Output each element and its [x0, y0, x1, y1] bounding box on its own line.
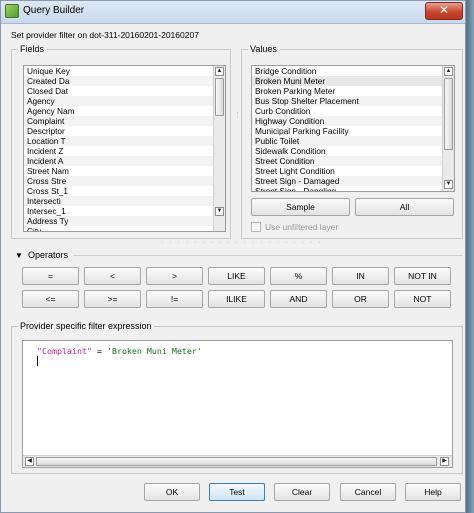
- values-scrollbar[interactable]: ▲ ▼: [442, 66, 454, 191]
- values-group-title: Values: [248, 44, 279, 54]
- expression-editor[interactable]: "Complaint" = 'Broken Muni Meter' ◀ ▶: [22, 340, 453, 468]
- cancel-button[interactable]: Cancel: [340, 483, 396, 501]
- list-item[interactable]: Intersec_1: [24, 206, 225, 216]
- fields-list[interactable]: Unique Key Created Da Closed Dat Agency Agen…: [23, 65, 226, 232]
- scroll-up-icon[interactable]: ▲: [215, 67, 224, 76]
- list-item[interactable]: Street Nam: [24, 166, 225, 176]
- expression-operator: =: [91, 346, 107, 356]
- list-item[interactable]: Broken Parking Meter: [252, 86, 454, 96]
- operator-button[interactable]: !=: [146, 290, 203, 308]
- scroll-thumb[interactable]: [444, 78, 453, 150]
- operator-button[interactable]: =: [22, 267, 79, 285]
- scroll-thumb[interactable]: [36, 457, 437, 466]
- scroll-down-icon[interactable]: ▼: [444, 180, 453, 189]
- list-item[interactable]: Street Condition: [252, 156, 454, 166]
- list-item[interactable]: Complaint: [24, 116, 225, 126]
- fields-group-title: Fields: [18, 44, 47, 54]
- expression-value: 'Broken Muni Meter': [106, 346, 202, 356]
- scroll-up-icon[interactable]: ▲: [444, 67, 453, 76]
- list-item[interactable]: Incident Z: [24, 146, 225, 156]
- qgis-app-icon: [5, 4, 19, 18]
- list-item[interactable]: Public Toilet: [252, 136, 454, 146]
- window-title: Query Builder: [23, 5, 85, 16]
- expression-group: Provider specific filter expression "Com…: [11, 321, 463, 474]
- query-builder-window: Query Builder ✕ Set provider filter on d…: [0, 0, 466, 513]
- expression-text[interactable]: "Complaint" = 'Broken Muni Meter': [37, 346, 202, 356]
- scroll-down-icon[interactable]: ▼: [215, 207, 224, 216]
- all-button[interactable]: All: [355, 198, 454, 216]
- list-item[interactable]: Location T: [24, 136, 225, 146]
- operator-button[interactable]: NOT: [394, 290, 451, 308]
- list-item[interactable]: Cross Stre: [24, 176, 225, 186]
- list-item[interactable]: Descriptor: [24, 126, 225, 136]
- operator-button[interactable]: LIKE: [208, 267, 265, 285]
- operator-button[interactable]: ILIKE: [208, 290, 265, 308]
- list-item[interactable]: Bus Stop Shelter Placement: [252, 96, 454, 106]
- scroll-left-icon[interactable]: ◀: [25, 457, 34, 466]
- scroll-thumb[interactable]: [215, 78, 224, 116]
- operator-button[interactable]: <: [84, 267, 141, 285]
- scroll-right-icon[interactable]: ▶: [440, 457, 449, 466]
- list-item[interactable]: Created Da: [24, 76, 225, 86]
- list-item[interactable]: Unique Key: [24, 66, 225, 76]
- desktop-background: [466, 0, 474, 513]
- close-button[interactable]: ✕: [425, 2, 463, 20]
- list-item[interactable]: Address Ty: [24, 216, 225, 226]
- expression-group-title: Provider specific filter expression: [18, 321, 154, 331]
- values-list[interactable]: Bridge Condition Broken Muni Meter Broken …: [251, 65, 455, 192]
- list-item[interactable]: Agency: [24, 96, 225, 106]
- list-item[interactable]: Broken Muni Meter: [252, 76, 454, 86]
- fields-group: Fields Unique Key Created Da Closed Dat Age…: [11, 44, 231, 239]
- expression-field: "Complaint": [37, 346, 92, 356]
- list-item[interactable]: Intersecti: [24, 196, 225, 206]
- operator-button[interactable]: IN: [332, 267, 389, 285]
- use-unfiltered-checkbox[interactable]: [251, 222, 261, 232]
- list-item[interactable]: Agency Nam: [24, 106, 225, 116]
- operator-button[interactable]: AND: [270, 290, 327, 308]
- values-items: Bridge Condition Broken Muni Meter Broken …: [252, 66, 454, 191]
- test-button[interactable]: Test: [209, 483, 265, 501]
- operators-title: Operators: [28, 250, 69, 260]
- list-item[interactable]: Bridge Condition: [252, 66, 454, 76]
- list-item[interactable]: Curb Condition: [252, 106, 454, 116]
- horizontal-splitter[interactable]: · · · · · · · · · · · · · · · · · · · ·: [161, 239, 323, 246]
- list-item[interactable]: Sidewalk Condition: [252, 146, 454, 156]
- list-item[interactable]: Incident A: [24, 156, 225, 166]
- ok-button[interactable]: OK: [144, 483, 200, 501]
- list-item[interactable]: Cross St_1: [24, 186, 225, 196]
- values-group: Values Bridge Condition Broken Muni Meter…: [241, 44, 463, 239]
- expression-hscrollbar[interactable]: ◀ ▶: [23, 455, 452, 467]
- text-cursor: [37, 356, 38, 366]
- list-item[interactable]: Municipal Parking Facility: [252, 126, 454, 136]
- operator-button[interactable]: NOT IN: [394, 267, 451, 285]
- list-item[interactable]: Highway Condition: [252, 116, 454, 126]
- help-button[interactable]: Help: [405, 483, 461, 501]
- operators-divider: [73, 255, 463, 256]
- operator-button[interactable]: OR: [332, 290, 389, 308]
- title-bar: Query Builder ✕: [1, 1, 465, 24]
- list-item[interactable]: Street Sign - Damaged: [252, 176, 454, 186]
- list-item[interactable]: City: [24, 226, 225, 231]
- operator-button[interactable]: <=: [22, 290, 79, 308]
- clear-button[interactable]: Clear: [274, 483, 330, 501]
- use-unfiltered-label: Use unfiltered layer: [265, 222, 339, 232]
- operator-button[interactable]: >=: [84, 290, 141, 308]
- operator-button[interactable]: %: [270, 267, 327, 285]
- sample-button[interactable]: Sample: [251, 198, 350, 216]
- list-item[interactable]: Street Light Condition: [252, 166, 454, 176]
- list-item[interactable]: Closed Dat: [24, 86, 225, 96]
- collapse-arrow-icon[interactable]: ▼: [15, 251, 23, 260]
- fields-items: Unique Key Created Da Closed Dat Agency Agen…: [24, 66, 225, 231]
- list-item[interactable]: Street Sign - Dangling: [252, 186, 454, 191]
- fields-scrollbar[interactable]: ▲ ▼: [213, 66, 225, 231]
- provider-filter-label: Set provider filter on dot-311-20160201-…: [11, 30, 199, 40]
- operator-button[interactable]: >: [146, 267, 203, 285]
